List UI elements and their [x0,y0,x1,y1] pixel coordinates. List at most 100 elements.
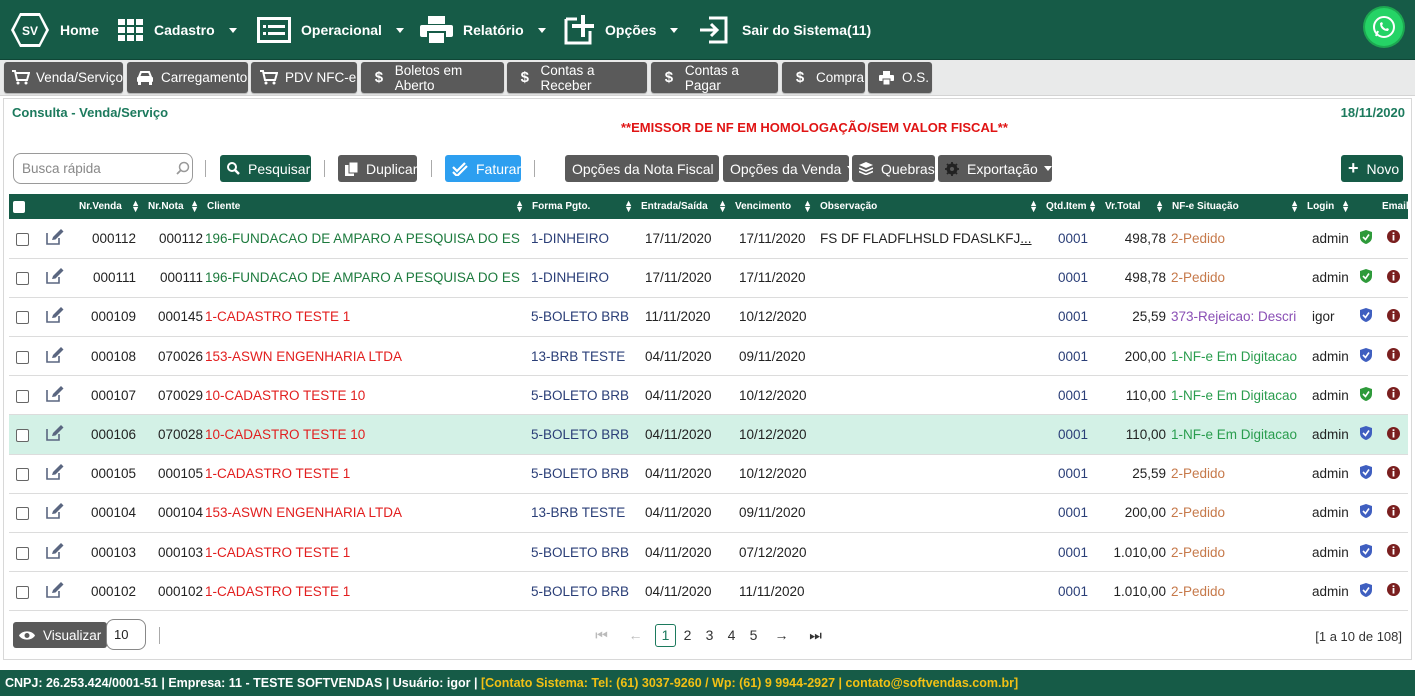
shortcut-pdv-nfce[interactable]: PDV NFC-e [251,62,357,93]
info-icon[interactable] [1378,454,1408,493]
shortcut-contas-receber[interactable]: $ Contas a Receber [507,62,647,93]
first-page-icon[interactable]: ⏮ [591,624,612,647]
shortcut-boletos-aberto[interactable]: $ Boletos em Aberto [361,62,504,93]
shortcut-compra[interactable]: $ Compra [782,62,865,93]
header-vr-total[interactable]: Vr.Total ▲ ▼ [1101,194,1168,219]
info-icon[interactable] [1378,493,1408,532]
faturar-button[interactable]: Faturar [445,155,521,182]
last-page-icon[interactable]: ⏭ [805,624,826,647]
edit-icon[interactable] [35,297,75,336]
shield-check-icon[interactable] [1354,337,1378,376]
duplicar-button[interactable]: Duplicar [338,155,417,182]
header-forma-pgto[interactable]: Forma Pgto. ▲ ▼ [528,194,637,219]
cell-cliente[interactable]: 1-CADASTRO TESTE 1 [203,533,528,572]
cell-cliente[interactable]: 196-FUNDACAO DE AMPARO A PESQUISA DO ES [203,219,528,258]
edit-icon[interactable] [35,493,75,532]
select-all-checkbox[interactable] [9,194,35,219]
row-checkbox[interactable] [9,297,35,336]
header-nr-venda[interactable]: Nr.Venda ▲ ▼ [75,194,144,219]
info-icon[interactable] [1378,297,1408,336]
row-checkbox[interactable] [9,337,35,376]
edit-icon[interactable] [35,572,75,611]
cell-cliente[interactable]: 1-CADASTRO TESTE 1 [203,572,528,611]
cell-cliente[interactable]: 10-CADASTRO TESTE 10 [203,415,528,454]
table-row[interactable]: 000111 000111 196-FUNDACAO DE AMPARO A PES… [9,258,1408,298]
table-row[interactable]: 000103 000103 1-CADASTRO TESTE 1 5-BOLETO B… [9,533,1408,572]
table-row[interactable]: 000108 070026 153-ASWN ENGENHARIA LTDA 13-B… [9,337,1408,376]
edit-icon[interactable] [35,415,75,454]
edit-icon[interactable] [35,258,75,297]
header-qtd-item[interactable]: Qtd.Item ▲ ▼ [1042,194,1101,219]
shield-check-icon[interactable] [1354,415,1378,454]
row-checkbox[interactable] [9,533,35,572]
row-checkbox[interactable] [9,572,35,611]
nav-operacional[interactable]: Operacional [257,0,404,60]
row-checkbox[interactable] [9,493,35,532]
exportacao-dropdown[interactable]: Exportação [938,155,1052,182]
row-checkbox[interactable] [9,258,35,297]
edit-icon[interactable] [35,337,75,376]
table-row[interactable]: 000112 000112 196-FUNDACAO DE AMPARO A PES… [9,219,1408,259]
page-5[interactable]: 5 [743,624,764,647]
shortcut-contas-pagar[interactable]: $ Contas a Pagar [651,62,778,93]
header-cliente[interactable]: Cliente ▲ ▼ [203,194,528,219]
edit-icon[interactable] [35,219,75,258]
page-1[interactable]: 1 [655,623,676,647]
nav-cadastro[interactable]: Cadastro [118,0,237,60]
shield-check-icon[interactable] [1354,454,1378,493]
table-row[interactable]: 000106 070028 10-CADASTRO TESTE 10 5-BOLETO… [9,414,1408,455]
header-vencimento[interactable]: Vencimento ▲ ▼ [731,194,816,219]
observacao-more-link[interactable]: ... [1020,231,1031,246]
nav-home[interactable]: Home [60,0,99,60]
whatsapp-icon[interactable] [1365,8,1403,46]
cell-cliente[interactable]: 153-ASWN ENGENHARIA LTDA [203,493,528,532]
nav-opcoes[interactable]: Opções [563,0,679,60]
next-page-icon[interactable]: → [771,624,792,647]
cell-cliente[interactable]: 196-FUNDACAO DE AMPARO A PESQUISA DO ES [203,258,528,297]
info-icon[interactable] [1378,337,1408,376]
nav-relatorio[interactable]: Relatório [420,0,546,60]
row-checkbox[interactable] [9,219,35,258]
prev-page-icon[interactable]: ← [625,624,646,647]
shield-check-icon[interactable] [1354,297,1378,336]
cell-cliente[interactable]: 1-CADASTRO TESTE 1 [203,297,528,336]
cell-cliente[interactable]: 10-CADASTRO TESTE 10 [203,376,528,415]
table-row[interactable]: 000105 000105 1-CADASTRO TESTE 1 5-BOLETO B… [9,454,1408,494]
shield-check-icon[interactable] [1354,258,1378,297]
logo-icon[interactable]: SV [9,11,51,49]
header-nfe-situacao[interactable]: NF-e Situação ▲ ▼ [1168,194,1303,219]
page-3[interactable]: 3 [699,624,720,647]
nav-sair[interactable]: Sair do Sistema(11) [699,0,871,60]
search-input[interactable] [13,153,193,184]
shortcut-os[interactable]: O.S. [868,62,932,93]
shield-check-icon[interactable] [1354,219,1378,258]
table-row[interactable]: 000107 070029 10-CADASTRO TESTE 10 5-BOLETO… [9,376,1408,415]
row-checkbox[interactable] [9,415,35,454]
header-login[interactable]: Login ▲ ▼ [1303,194,1354,219]
opcoes-nota-fiscal-dropdown[interactable]: Opções da Nota Fiscal [565,155,728,182]
header-nr-nota[interactable]: Nr.Nota ▲ ▼ [144,194,203,219]
cell-cliente[interactable]: 1-CADASTRO TESTE 1 [203,454,528,493]
pesquisar-button[interactable]: Pesquisar [220,155,311,182]
edit-icon[interactable] [35,533,75,572]
info-icon[interactable] [1378,219,1408,258]
shield-check-icon[interactable] [1354,493,1378,532]
edit-icon[interactable] [35,376,75,415]
row-checkbox[interactable] [9,454,35,493]
shield-check-icon[interactable] [1354,376,1378,415]
info-icon[interactable] [1378,258,1408,297]
info-icon[interactable] [1378,572,1408,611]
header-entrada-saida[interactable]: Entrada/Saída ▲ ▼ [637,194,731,219]
shield-check-icon[interactable] [1354,533,1378,572]
cell-cliente[interactable]: 153-ASWN ENGENHARIA LTDA [203,337,528,376]
page-size-select[interactable]: 10 [106,619,146,650]
edit-icon[interactable] [35,454,75,493]
visualizar-button[interactable]: Visualizar [13,622,108,648]
page-2[interactable]: 2 [677,624,698,647]
shortcut-venda-servico[interactable]: Venda/Serviço [4,62,123,93]
page-4[interactable]: 4 [721,624,742,647]
shortcut-carregamento[interactable]: Carregamento [127,62,248,93]
opcoes-venda-dropdown[interactable]: Opções da Venda [723,155,856,182]
novo-button[interactable]: + Novo [1341,155,1403,182]
table-row[interactable]: 000102 000102 1-CADASTRO TESTE 1 5-BOLETO B… [9,572,1408,611]
